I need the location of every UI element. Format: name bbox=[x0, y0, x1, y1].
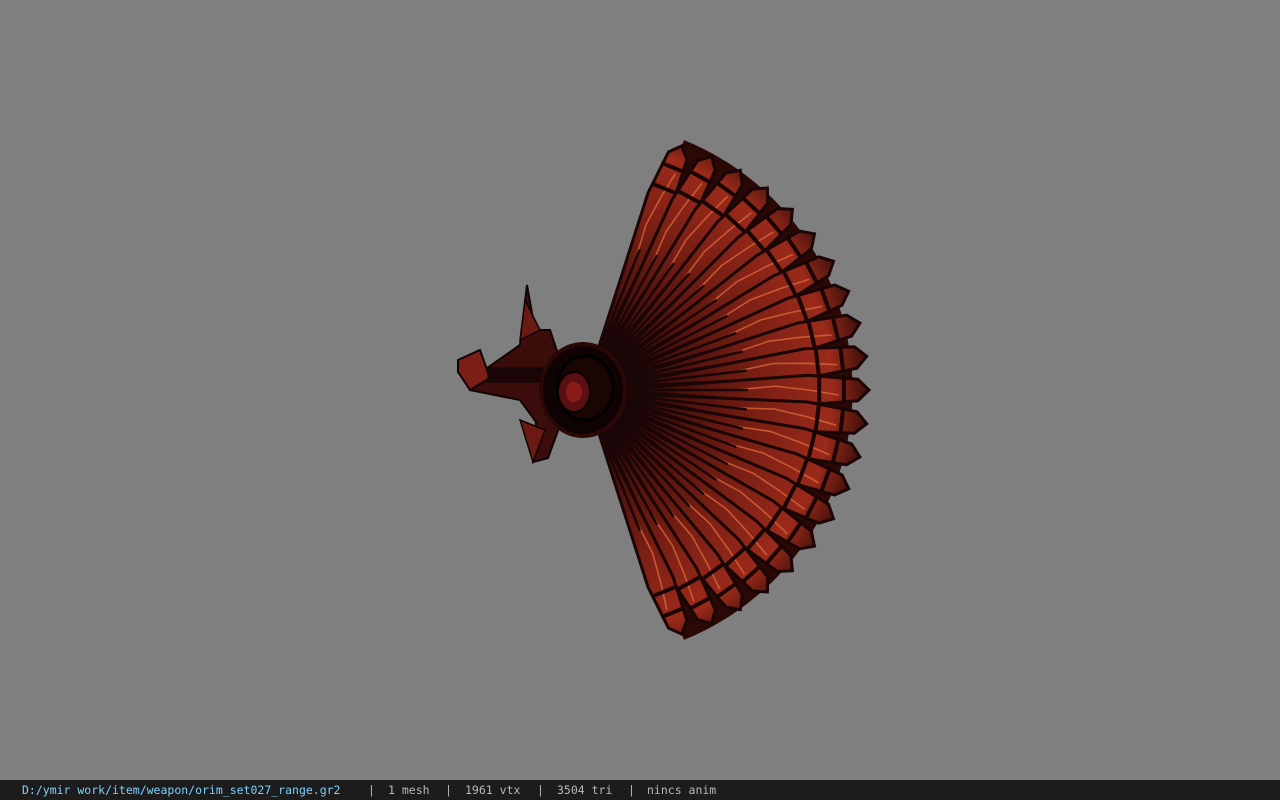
file-path-label: D:/ymir work/item/weapon/orim_set027_ran… bbox=[22, 783, 341, 797]
anim-status-label: nincs anim bbox=[647, 783, 717, 797]
separator: | bbox=[628, 783, 635, 797]
separator: | bbox=[368, 783, 375, 797]
fan-weapon-model[interactable] bbox=[0, 0, 1280, 780]
vertex-count-label: 1961 vtx bbox=[465, 783, 521, 797]
mesh-count-label: 1 mesh bbox=[388, 783, 430, 797]
status-bar: D:/ymir work/item/weapon/orim_set027_ran… bbox=[0, 780, 1280, 800]
separator: | bbox=[445, 783, 452, 797]
model-viewport[interactable] bbox=[0, 0, 1280, 780]
triangle-count-label: 3504 tri bbox=[557, 783, 613, 797]
separator: | bbox=[537, 783, 544, 797]
